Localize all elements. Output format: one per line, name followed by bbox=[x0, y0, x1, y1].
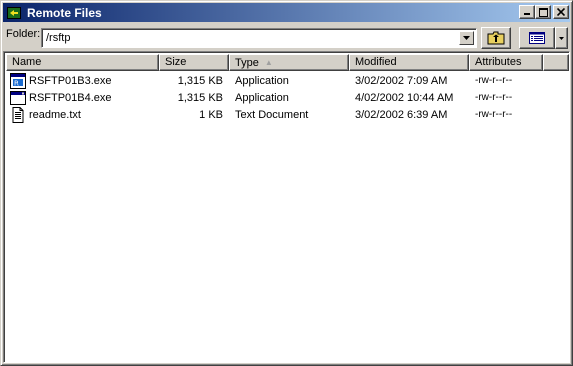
folder-path-value[interactable]: /rsftp bbox=[46, 32, 70, 44]
file-type: Application bbox=[235, 74, 289, 87]
text-file-icon bbox=[12, 106, 24, 123]
file-attributes: -rw-r--r-- bbox=[475, 92, 513, 103]
column-header-filler bbox=[543, 54, 569, 71]
app-icon bbox=[6, 5, 22, 21]
sort-ascending-icon: ▲ bbox=[264, 58, 273, 67]
file-modified: 3/02/2002 6:39 AM bbox=[355, 108, 448, 121]
column-label-type: Type bbox=[235, 57, 259, 69]
folder-toolbar: Folder: /rsftp bbox=[3, 24, 570, 50]
column-header-size[interactable]: Size bbox=[159, 54, 229, 71]
svg-text:R: R bbox=[14, 79, 19, 87]
chevron-down-icon bbox=[463, 36, 470, 40]
file-size: 1,315 KB bbox=[177, 91, 223, 104]
column-label-attributes: Attributes bbox=[475, 56, 522, 68]
file-name: readme.txt bbox=[29, 108, 81, 121]
maximize-button[interactable] bbox=[535, 5, 551, 19]
column-label-modified: Modified bbox=[355, 56, 397, 68]
minimize-button[interactable] bbox=[519, 5, 535, 19]
folder-dropdown-button[interactable] bbox=[459, 31, 474, 45]
folder-label: Folder: bbox=[6, 28, 41, 40]
close-button[interactable] bbox=[553, 5, 569, 19]
remote-files-window: Remote Files Folder: /rsftp Name Size Ty… bbox=[0, 0, 573, 366]
chevron-down-icon bbox=[559, 36, 564, 40]
file-attributes: -rw-r--r-- bbox=[475, 75, 513, 86]
window-title: Remote Files bbox=[27, 5, 102, 20]
file-size: 1,315 KB bbox=[177, 74, 223, 87]
file-row[interactable]: readme.txt 1 KB Text Document 3/02/2002 … bbox=[6, 106, 569, 123]
view-mode-dropdown[interactable] bbox=[555, 27, 568, 49]
maximize-icon bbox=[538, 7, 548, 17]
exe-icon: R bbox=[10, 72, 26, 89]
file-size: 1 KB bbox=[199, 108, 223, 121]
column-header: Name Size Type ▲ Modified Attributes bbox=[6, 54, 569, 71]
file-row[interactable]: R RSFTP01B3.exe 1,315 KB Application 3/0… bbox=[6, 72, 569, 89]
view-mode-button[interactable] bbox=[519, 27, 555, 49]
file-modified: 3/02/2002 7:09 AM bbox=[355, 74, 448, 87]
file-list[interactable]: Name Size Type ▲ Modified Attributes R RS… bbox=[3, 51, 570, 363]
column-header-name[interactable]: Name bbox=[6, 54, 159, 71]
up-folder-icon bbox=[487, 31, 505, 45]
title-bar[interactable]: Remote Files bbox=[3, 3, 570, 22]
file-type: Application bbox=[235, 91, 289, 104]
file-modified: 4/02/2002 10:44 AM bbox=[355, 91, 454, 104]
minimize-icon bbox=[524, 13, 530, 15]
file-name: RSFTP01B3.exe bbox=[29, 74, 112, 87]
column-header-modified[interactable]: Modified bbox=[349, 54, 469, 71]
file-name-cell: readme.txt bbox=[6, 106, 159, 123]
up-folder-button[interactable] bbox=[481, 27, 511, 49]
details-view-icon bbox=[529, 32, 545, 44]
file-attributes: -rw-r--r-- bbox=[475, 109, 513, 120]
file-rows: R RSFTP01B3.exe 1,315 KB Application 3/0… bbox=[6, 72, 569, 123]
file-name-cell: R RSFTP01B3.exe bbox=[6, 72, 159, 89]
file-name-cell: RSFTP01B4.exe bbox=[6, 90, 159, 106]
column-label-size: Size bbox=[165, 56, 187, 68]
folder-combo[interactable]: /rsftp bbox=[41, 28, 477, 48]
close-icon bbox=[557, 8, 565, 16]
column-header-attributes[interactable]: Attributes bbox=[469, 54, 543, 71]
column-label-name: Name bbox=[12, 56, 42, 68]
file-name: RSFTP01B4.exe bbox=[29, 91, 112, 104]
file-row[interactable]: RSFTP01B4.exe 1,315 KB Application 4/02/… bbox=[6, 89, 569, 106]
exe-window-icon bbox=[10, 90, 26, 105]
file-type: Text Document bbox=[235, 108, 309, 121]
column-header-type[interactable]: Type ▲ bbox=[229, 54, 349, 71]
